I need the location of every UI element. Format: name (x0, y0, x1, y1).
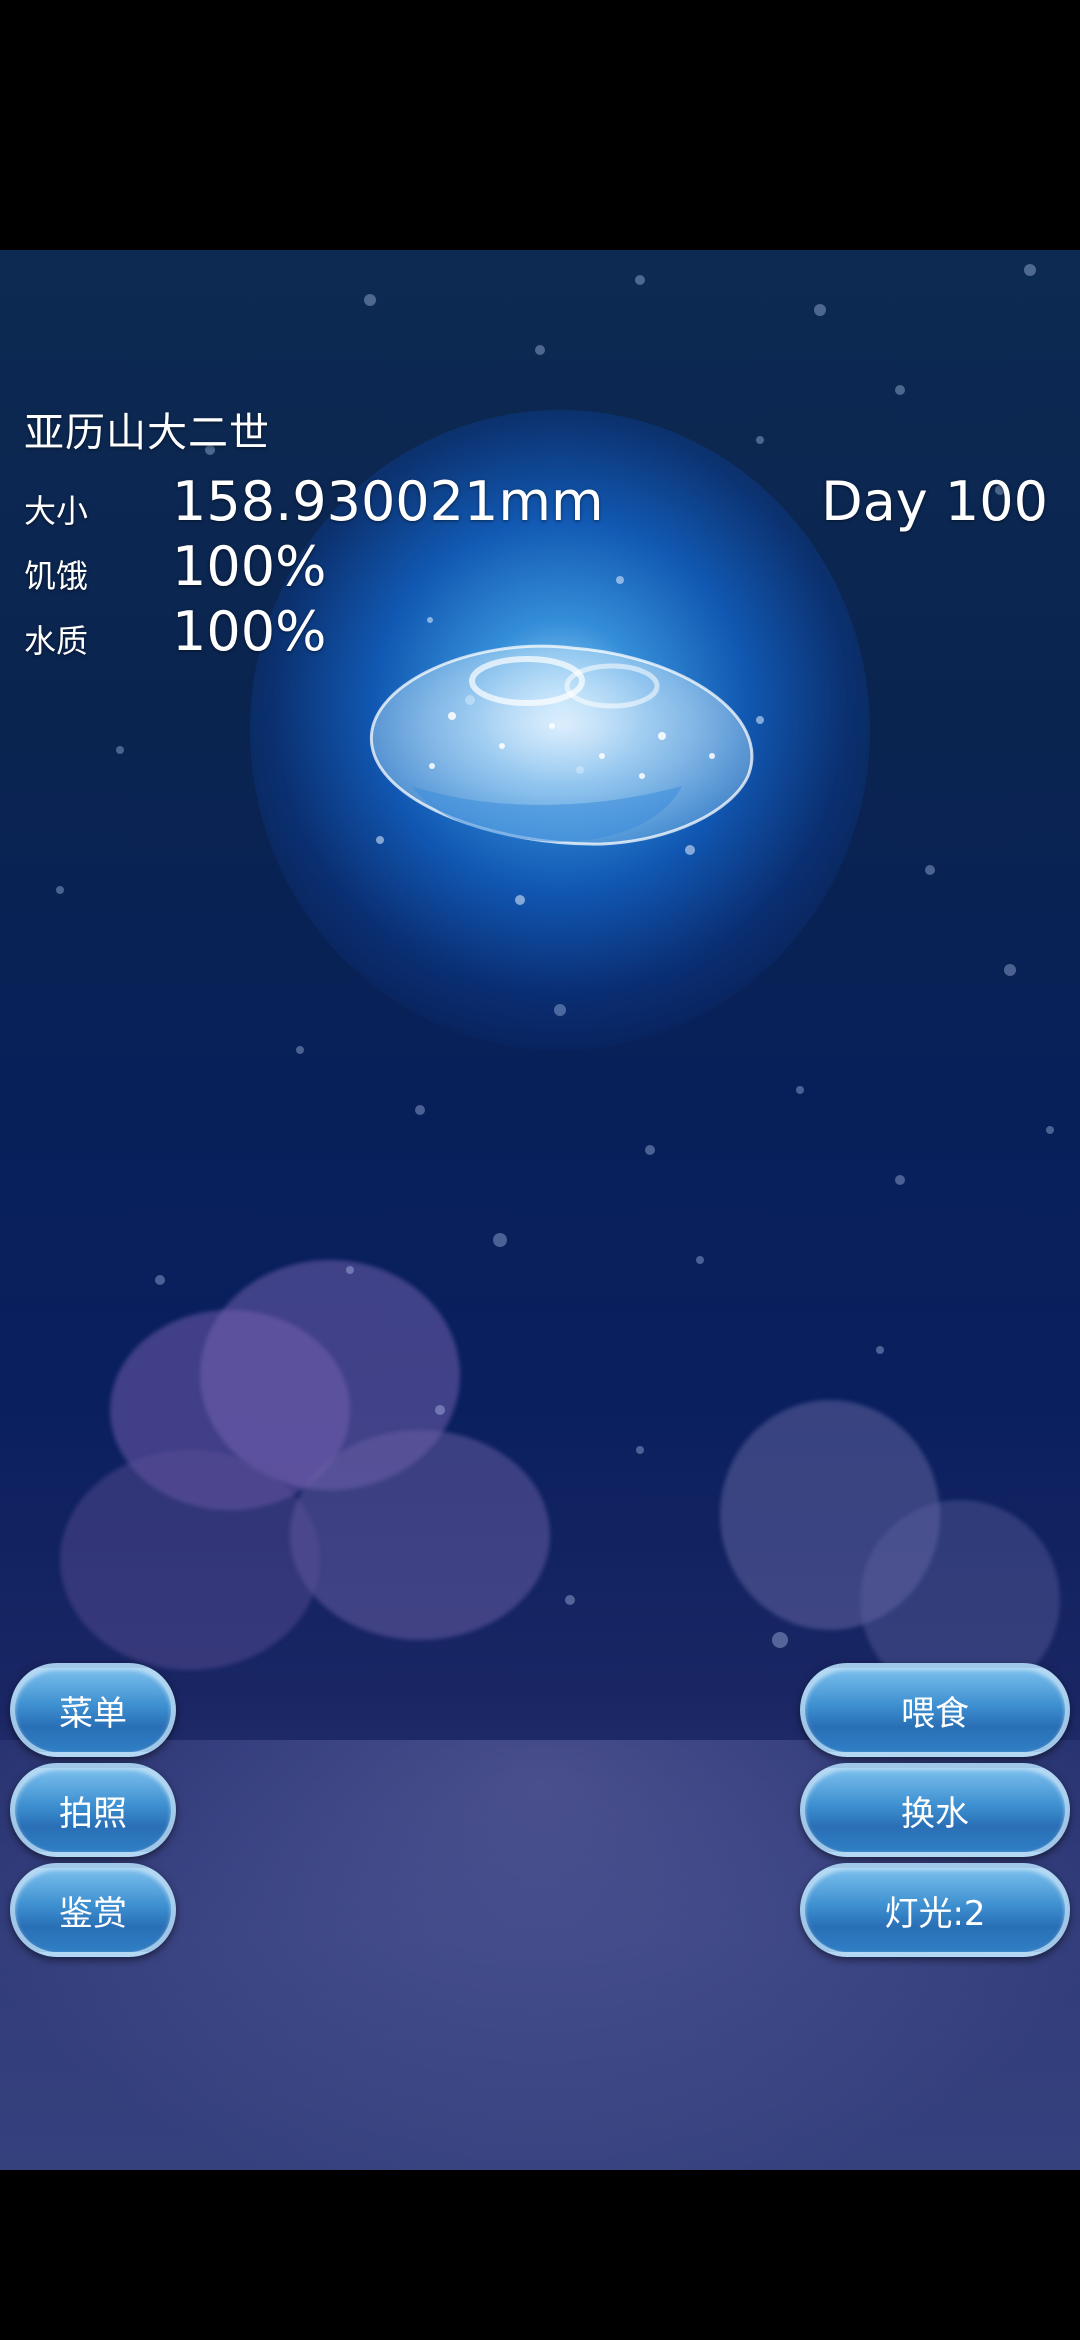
jellyfish-sprite[interactable] (352, 636, 758, 876)
feed-button[interactable]: 喂食 (800, 1663, 1070, 1757)
hunger-label: 饥饿 (24, 557, 89, 595)
jellyfish-name: 亚历山大二世 (24, 410, 270, 456)
size-value: 158.930021mm (172, 470, 604, 533)
size-label: 大小 (24, 492, 89, 530)
menu-button[interactable]: 菜单 (10, 1663, 176, 1757)
light-button[interactable]: 灯光:2 (800, 1863, 1070, 1957)
water-quality-label: 水质 (24, 622, 89, 660)
water-quality-value: 100% (172, 600, 327, 663)
change-water-button[interactable]: 换水 (800, 1763, 1070, 1857)
photo-button[interactable]: 拍照 (10, 1763, 176, 1857)
appreciate-button[interactable]: 鉴赏 (10, 1863, 176, 1957)
hunger-value: 100% (172, 535, 327, 598)
bottom-letterbox (0, 2170, 1080, 2340)
day-counter: Day 100 (821, 470, 1048, 533)
top-letterbox (0, 0, 1080, 250)
